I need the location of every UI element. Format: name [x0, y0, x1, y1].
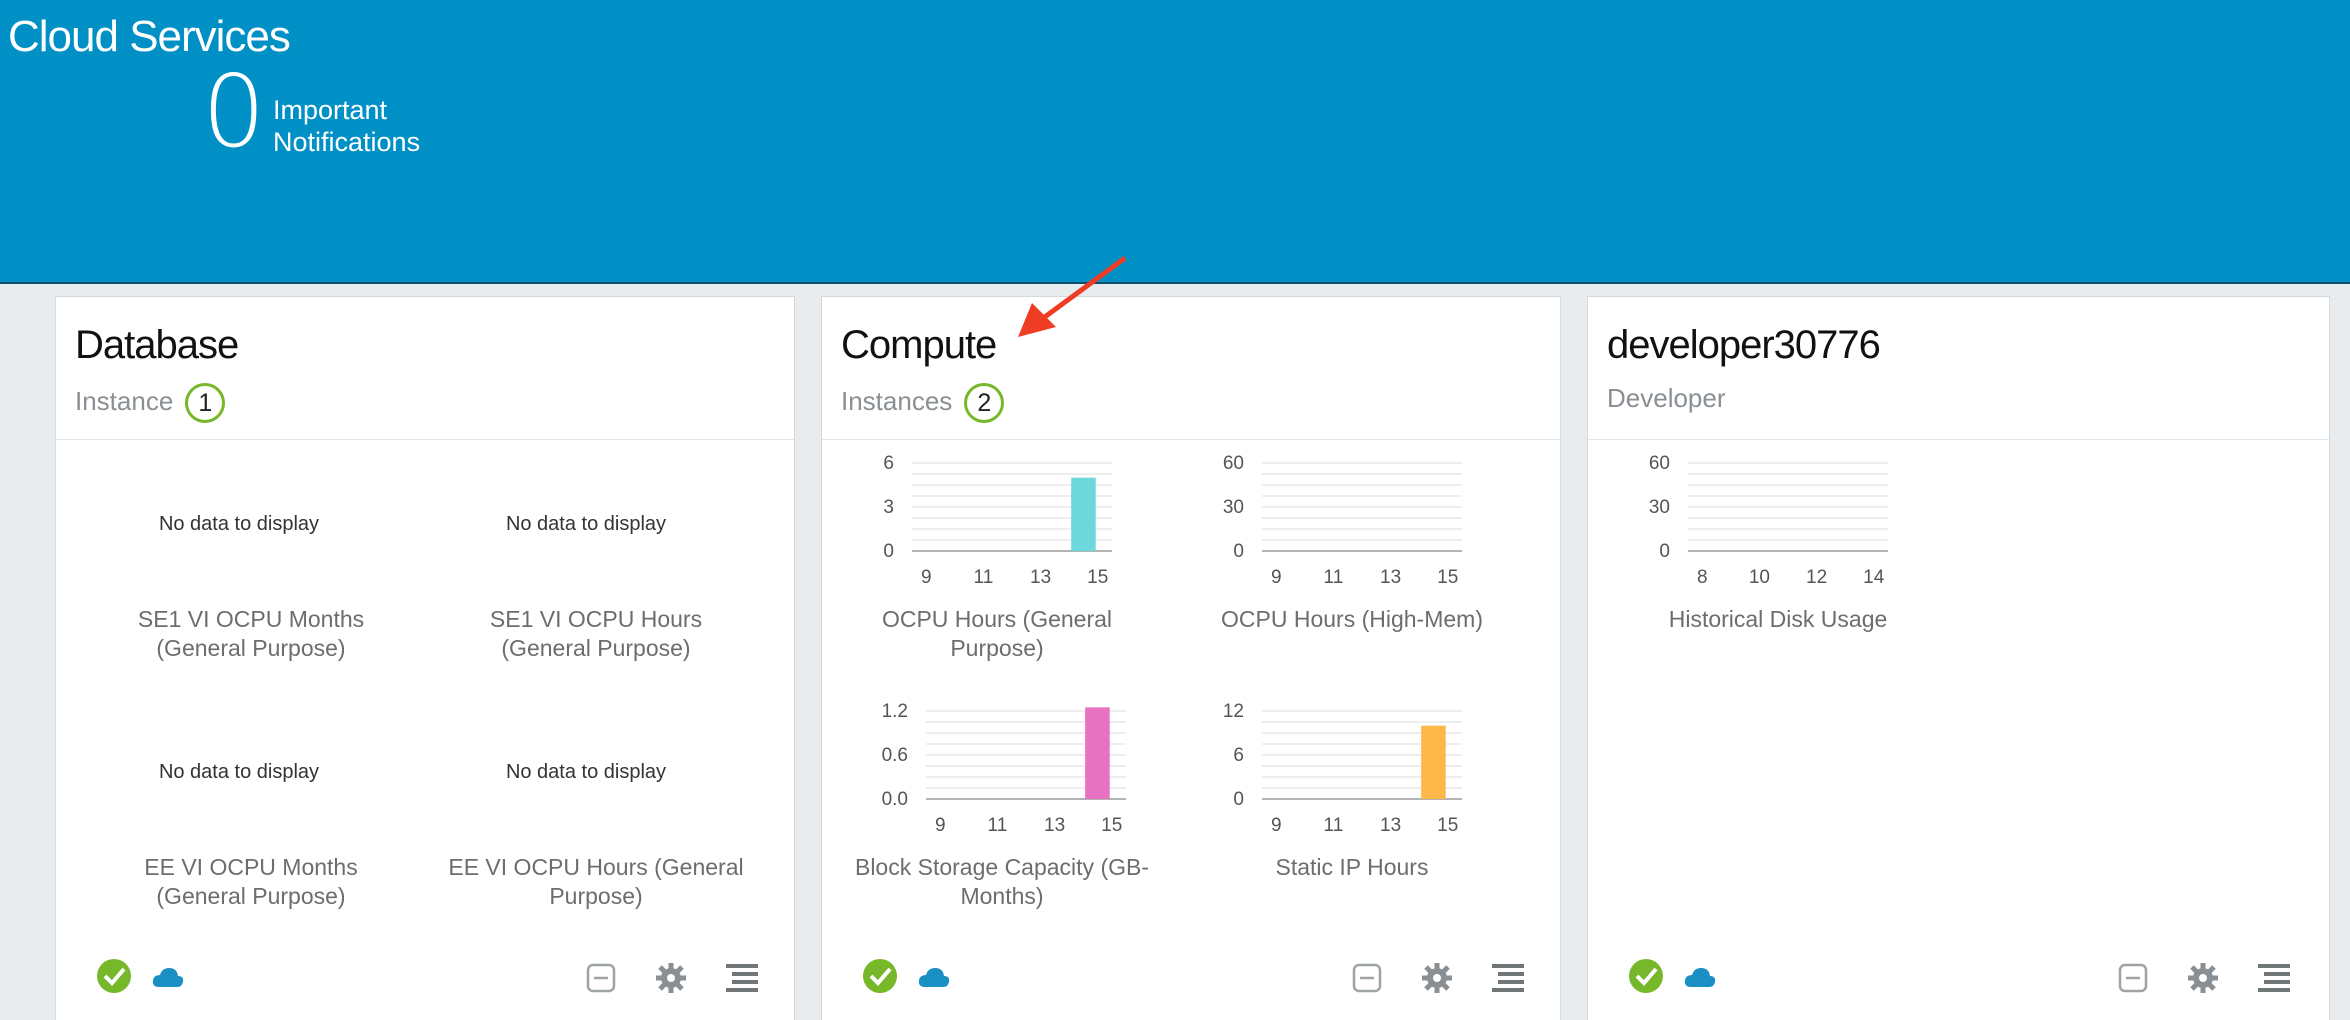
- notification-count[interactable]: 0: [202, 62, 266, 162]
- x-tick-label: 13: [1380, 567, 1401, 588]
- y-tick-label: 1.2: [882, 701, 908, 722]
- developer-card: developer30776 Developer 0 30 60 8 10 12 14 Hi…: [1587, 296, 2330, 1020]
- y-tick-label: 60: [1223, 453, 1244, 474]
- check-circle-icon: [97, 959, 131, 993]
- menu-icon[interactable]: [2256, 960, 2292, 996]
- card-title[interactable]: developer30776: [1607, 323, 1881, 368]
- chart-caption: Historical Disk Usage: [1668, 606, 1888, 632]
- notification-label[interactable]: Important Notifications: [273, 94, 473, 158]
- minimize-icon[interactable]: [583, 960, 619, 996]
- x-tick-label: 8: [1697, 567, 1708, 588]
- x-tick-label: 13: [1380, 815, 1401, 836]
- mini-chart[interactable]: 0.0 0.6 1.2 9 11 13 15: [846, 699, 1146, 844]
- card-title[interactable]: Database: [75, 323, 239, 368]
- x-tick-label: 9: [921, 567, 932, 588]
- y-tick-label: 0: [883, 541, 894, 562]
- card-header: Database Instance 1: [56, 297, 794, 440]
- database-card: Database Instance 1 No data to display No…: [55, 296, 795, 1020]
- no-data-message: No data to display: [158, 761, 320, 783]
- card-subtitle: Instances 2: [841, 383, 1005, 423]
- y-tick-label: 3: [883, 497, 894, 518]
- y-tick-label: 12: [1223, 701, 1244, 722]
- x-tick-label: 12: [1806, 567, 1827, 588]
- y-tick-label: 30: [1649, 497, 1670, 518]
- x-tick-label: 9: [1271, 567, 1282, 588]
- y-tick-label: 30: [1223, 497, 1244, 518]
- card-title[interactable]: Compute: [841, 323, 997, 368]
- gear-icon[interactable]: [653, 960, 689, 996]
- y-tick-label: 0: [1659, 541, 1670, 562]
- y-tick-label: 60: [1649, 453, 1670, 474]
- y-tick-label: 0.6: [882, 745, 908, 766]
- chart-svg: 0.0 0.6 1.2 9 11 13 15: [882, 701, 1126, 836]
- minimize-icon[interactable]: [1349, 960, 1385, 996]
- chart-caption: Static IP Hours: [1275, 854, 1429, 880]
- mini-chart[interactable]: 0 6 12 9 11 13 15: [1182, 699, 1482, 844]
- y-tick-label: 0: [1233, 789, 1244, 810]
- x-tick-label: 13: [1044, 815, 1065, 836]
- card-subtitle: Developer: [1607, 383, 1726, 413]
- x-tick-label: 14: [1863, 567, 1885, 588]
- x-tick-label: 13: [1030, 567, 1051, 588]
- check-circle-icon: [1629, 959, 1663, 993]
- x-tick-label: 15: [1087, 567, 1108, 588]
- header-banner: Cloud Services 0 Important Notifications: [0, 0, 2350, 284]
- chart-bar: [1071, 477, 1096, 551]
- gear-icon[interactable]: [2185, 960, 2221, 996]
- y-tick-label: 6: [1233, 745, 1244, 766]
- instance-count-badge[interactable]: 1: [185, 383, 226, 423]
- mini-chart[interactable]: 0 3 6 9 11 13 15: [832, 451, 1132, 596]
- chart-caption: EE VI OCPU Hours (General Purpose): [448, 854, 744, 909]
- cloud-icon: [918, 968, 950, 987]
- y-tick-label: 0: [1233, 541, 1244, 562]
- x-tick-label: 11: [1324, 815, 1344, 836]
- cloud-icon: [1684, 968, 1716, 987]
- x-tick-label: 15: [1101, 815, 1122, 836]
- card-subtitle-label: Instance: [75, 385, 174, 416]
- chart-caption: SE1 VI OCPU Months (General Purpose): [137, 606, 365, 661]
- x-tick-label: 11: [988, 815, 1008, 836]
- x-tick-label: 15: [1437, 815, 1458, 836]
- y-tick-label: 0.0: [882, 789, 908, 810]
- chart-caption: Block Storage Capacity (GB-Months): [854, 854, 1149, 909]
- compute-card: Compute Instances 2 0 3 6 9 11 13 15 OCPU Hours…: [821, 296, 1561, 1020]
- chart-svg: 0 30 60 9 11 13 15: [1223, 453, 1462, 588]
- chart-bar: [1421, 725, 1446, 799]
- no-data-message: No data to display: [158, 513, 320, 535]
- chart-caption: EE VI OCPU Months (General Purpose): [144, 854, 358, 909]
- x-tick-label: 11: [1324, 567, 1344, 588]
- chart-caption: OCPU Hours (High-Mem): [1221, 606, 1483, 632]
- arrow-annotation: [1018, 255, 1127, 337]
- x-tick-label: 9: [1271, 815, 1282, 836]
- y-tick-label: 6: [883, 453, 894, 474]
- no-data-message: No data to display: [505, 513, 667, 535]
- chart-caption: SE1 VI OCPU Hours (General Purpose): [489, 606, 703, 661]
- chart-bar: [1085, 707, 1110, 799]
- x-tick-label: 9: [935, 815, 946, 836]
- check-circle-icon: [863, 959, 897, 993]
- card-header: developer30776 Developer: [1588, 297, 2329, 440]
- chart-caption: OCPU Hours (General Purpose): [881, 606, 1113, 661]
- chart-svg: 0 6 12 9 11 13 15: [1223, 701, 1462, 836]
- menu-icon[interactable]: [724, 960, 760, 996]
- x-tick-label: 15: [1437, 567, 1458, 588]
- x-tick-label: 11: [974, 567, 994, 588]
- cloud-icon: [152, 968, 184, 987]
- instance-count-badge[interactable]: 2: [964, 383, 1005, 423]
- mini-chart[interactable]: 0 30 60 8 10 12 14: [1608, 451, 1908, 596]
- mini-chart[interactable]: 0 30 60 9 11 13 15: [1182, 451, 1482, 596]
- minimize-icon[interactable]: [2115, 960, 2151, 996]
- menu-icon[interactable]: [1490, 960, 1526, 996]
- card-header: Compute Instances 2: [822, 297, 1560, 440]
- card-subtitle: Instance 1: [75, 383, 226, 423]
- chart-svg: 0 30 60 8 10 12 14: [1649, 453, 1888, 588]
- no-data-message: No data to display: [505, 761, 667, 783]
- card-subtitle-label: Instances: [841, 385, 953, 416]
- gear-icon[interactable]: [1419, 960, 1455, 996]
- chart-svg: 0 3 6 9 11 13 15: [883, 453, 1112, 588]
- x-tick-label: 10: [1749, 567, 1770, 588]
